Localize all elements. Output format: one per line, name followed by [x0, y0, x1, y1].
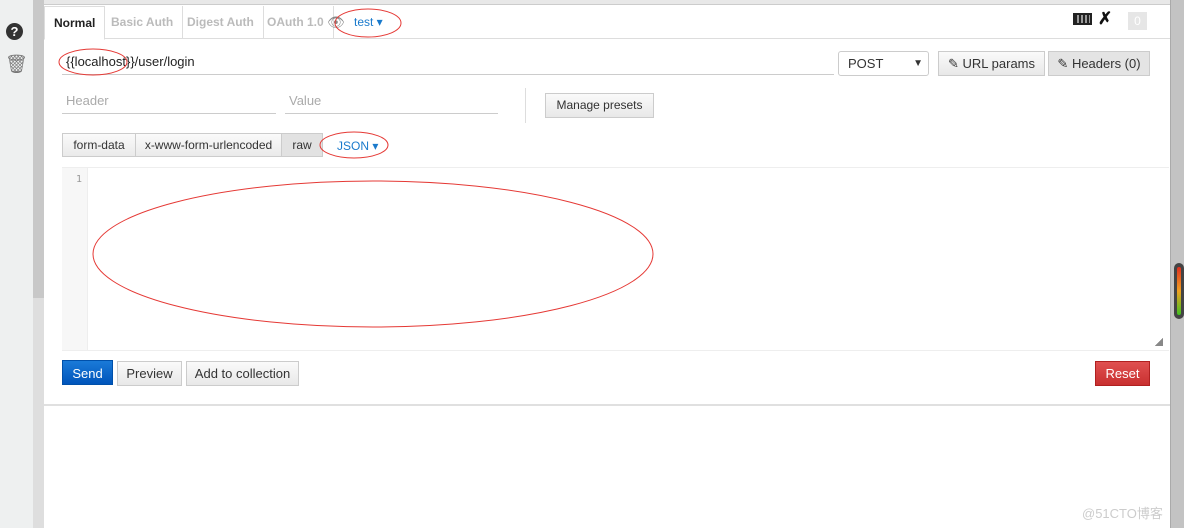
tab-oauth[interactable]: OAuth 1.0: [258, 6, 334, 39]
headers-button[interactable]: ✎ Headers (0): [1048, 51, 1150, 76]
trash-icon[interactable]: 🗑: [5, 54, 28, 74]
body-editor[interactable]: [62, 167, 1169, 351]
mode-urlencoded[interactable]: x-www-form-urlencoded: [135, 133, 282, 157]
keyboard-icon[interactable]: [1073, 13, 1092, 25]
line-numbers: 1: [62, 168, 88, 350]
notification-badge[interactable]: 0: [1128, 12, 1147, 30]
tab-digest-auth[interactable]: Digest Auth: [178, 6, 264, 39]
resize-handle[interactable]: [1155, 338, 1163, 346]
method-value: POST: [848, 56, 884, 71]
divider: [525, 88, 526, 123]
mode-form-data[interactable]: form-data: [62, 133, 136, 157]
header-value-input[interactable]: Value: [285, 90, 498, 114]
preview-button[interactable]: Preview: [117, 361, 182, 386]
tab-normal[interactable]: Normal: [44, 6, 106, 40]
panel-border: [44, 404, 1170, 406]
url-input[interactable]: {{localhost}}/user/login: [62, 50, 834, 75]
headers-label: Headers (0): [1071, 56, 1141, 71]
send-button[interactable]: Send: [62, 360, 113, 385]
add-to-collection-button[interactable]: Add to collection: [186, 361, 299, 386]
header-key-input[interactable]: Header: [62, 90, 276, 114]
top-border: [44, 0, 1170, 5]
method-select[interactable]: POST ▼: [838, 51, 929, 76]
format-dropdown[interactable]: JSON ▾: [337, 139, 378, 153]
caret-down-icon: ▼: [913, 58, 923, 69]
edit-icon: ✎: [1057, 56, 1072, 71]
url-params-label: URL params: [962, 56, 1035, 71]
sidebar: [0, 0, 33, 528]
wrench-icon[interactable]: ✗: [1098, 9, 1112, 29]
reset-button[interactable]: Reset: [1095, 361, 1150, 386]
edit-icon: ✎: [948, 56, 963, 71]
mode-raw[interactable]: raw: [281, 133, 323, 157]
manage-presets-button[interactable]: Manage presets: [545, 93, 654, 118]
status-meter: [1174, 263, 1184, 319]
auth-tabs: Normal Basic Auth Digest Auth OAuth 1.0: [44, 6, 1170, 40]
sidebar-scrollbar[interactable]: [33, 0, 44, 298]
watermark: @51CTO博客: [1082, 506, 1163, 521]
url-params-button[interactable]: ✎ URL params: [938, 51, 1045, 76]
eye-icon[interactable]: 👁: [327, 14, 345, 31]
environment-dropdown[interactable]: test ▾: [354, 15, 383, 29]
tab-basic-auth[interactable]: Basic Auth: [102, 6, 184, 39]
help-icon[interactable]: ?: [6, 23, 23, 40]
